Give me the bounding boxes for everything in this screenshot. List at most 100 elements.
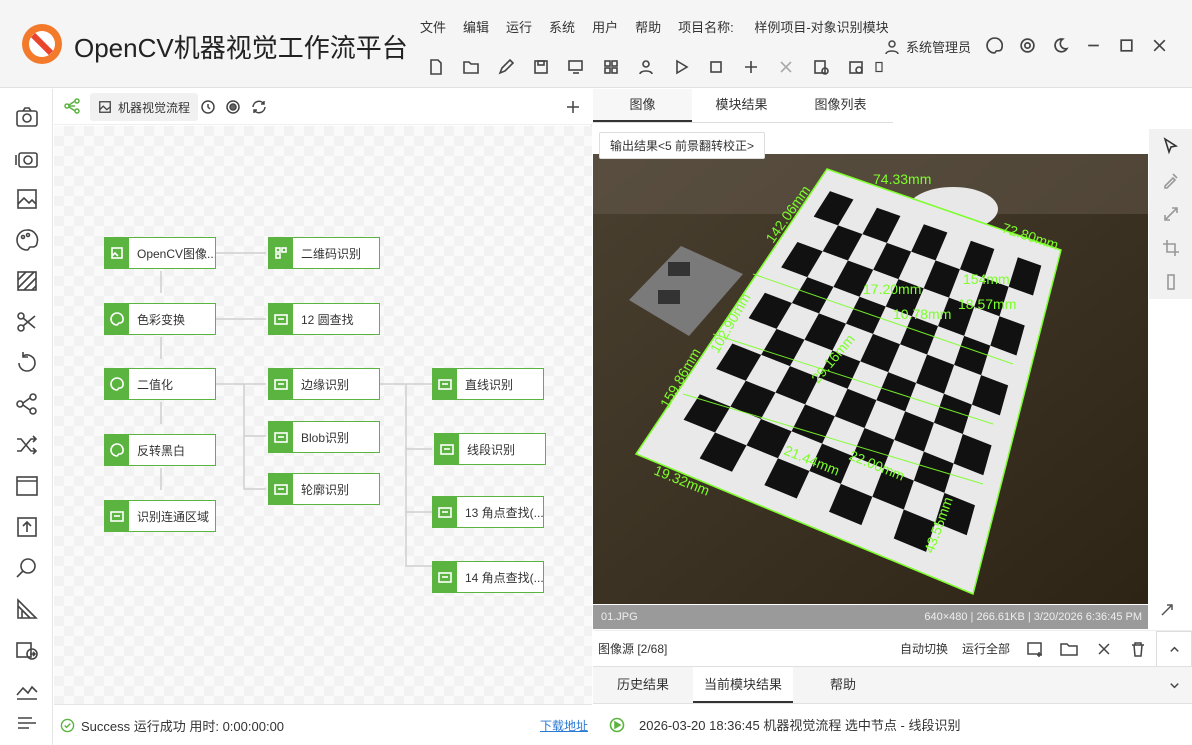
- tab-module-results[interactable]: 模块结果: [692, 89, 791, 122]
- image-source-count: 图像源 [2/68]: [598, 642, 668, 656]
- flow-node-circle-find[interactable]: 12 圆查找: [268, 303, 380, 335]
- flow-node-binarize[interactable]: 二值化: [104, 368, 216, 400]
- save-icon[interactable]: [523, 56, 558, 78]
- left-toolbox: [0, 89, 53, 745]
- connect-nodes-icon[interactable]: [13, 390, 41, 418]
- pattern-icon[interactable]: [13, 267, 41, 295]
- settings-gear-icon[interactable]: [1011, 34, 1044, 56]
- run-play-icon: [609, 717, 625, 732]
- image-icon[interactable]: [13, 185, 41, 213]
- flow-canvas[interactable]: OpenCV图像... 二维码识别 色彩变换 12 圆查找 二值化 边缘识别 直…: [54, 126, 592, 704]
- auto-switch-button[interactable]: 自动切换: [900, 640, 948, 657]
- palette-icon[interactable]: [978, 34, 1011, 56]
- viewer-tools: [1149, 129, 1192, 299]
- record-icon[interactable]: [225, 99, 241, 115]
- user-icon[interactable]: [628, 56, 663, 78]
- menu-file[interactable]: 文件: [420, 17, 446, 36]
- monitor-icon[interactable]: [558, 56, 593, 78]
- tab-image-list[interactable]: 图像列表: [791, 89, 890, 122]
- tab-image[interactable]: 图像: [593, 89, 692, 122]
- add-module-icon[interactable]: [803, 56, 838, 78]
- collapse-chevron-up-icon[interactable]: [1156, 631, 1192, 667]
- dark-mode-moon-icon[interactable]: [1044, 34, 1077, 56]
- grid-modules-icon[interactable]: [593, 56, 628, 78]
- menu-bar: 文件 编辑 运行 系统 用户 帮助 项目名称: 样例项目-对象识别模块: [420, 17, 923, 36]
- more-tools-icon[interactable]: [873, 56, 885, 78]
- tab-help[interactable]: 帮助: [793, 667, 893, 703]
- image-viewer[interactable]: 74.33mm 72.80mm 142.06mm 102.90mm 159.86…: [593, 154, 1148, 604]
- menu-lines-icon[interactable]: [13, 709, 41, 737]
- image-icon: [99, 101, 111, 113]
- flow-node-qrcode[interactable]: 二维码识别: [268, 237, 380, 269]
- menu-edit[interactable]: 编辑: [463, 17, 489, 36]
- pointer-icon[interactable]: [1149, 129, 1192, 163]
- history-icon[interactable]: [200, 99, 216, 115]
- expand-icon[interactable]: [1159, 602, 1175, 618]
- flow-header: 机器视觉流程: [54, 89, 592, 125]
- close-window-icon[interactable]: [1143, 34, 1176, 56]
- user-account[interactable]: 系统管理员: [884, 37, 971, 56]
- success-check-icon: [60, 718, 75, 732]
- menu-help[interactable]: 帮助: [635, 17, 661, 36]
- download-link[interactable]: 下载地址: [540, 717, 588, 734]
- flow-node-corner-find-14[interactable]: 14 角点查找(...: [432, 561, 544, 593]
- measure-icon[interactable]: [13, 595, 41, 623]
- project-name: 样例项目-对象识别模块: [754, 20, 889, 35]
- flow-connectors: [160, 252, 432, 567]
- add-icon[interactable]: [733, 56, 768, 78]
- rotate-icon[interactable]: [13, 349, 41, 377]
- ruler-icon[interactable]: [1149, 265, 1192, 299]
- camera-icon[interactable]: [13, 103, 41, 131]
- flow-node-edge-detect[interactable]: 边缘识别: [268, 368, 380, 400]
- search-icon[interactable]: [13, 554, 41, 582]
- flow-tab[interactable]: 机器视觉流程: [90, 93, 199, 121]
- chevron-down-icon[interactable]: [1168, 679, 1181, 692]
- menu-run[interactable]: 运行: [506, 17, 532, 36]
- play-icon[interactable]: [663, 56, 698, 78]
- palette-icon[interactable]: [13, 226, 41, 254]
- stop-icon[interactable]: [698, 56, 733, 78]
- flow-node-contour[interactable]: 轮廓识别: [268, 473, 380, 505]
- open-folder-icon[interactable]: [453, 56, 488, 78]
- resize-icon[interactable]: [1149, 197, 1192, 231]
- tab-history-results[interactable]: 历史结果: [593, 667, 693, 703]
- crop-icon[interactable]: [1149, 231, 1192, 265]
- share-nodes-icon[interactable]: [64, 98, 80, 114]
- upload-board-icon[interactable]: [13, 513, 41, 541]
- terminal-icon[interactable]: [13, 472, 41, 500]
- tab-current-module-results[interactable]: 当前模块结果: [693, 667, 793, 703]
- log-line: 2026-03-20 18:36:45 机器视觉流程 选中节点 - 线段识别: [593, 704, 1192, 745]
- close-icon[interactable]: [1095, 640, 1113, 658]
- scissors-crop-icon[interactable]: [13, 308, 41, 336]
- output-result-tag: 输出结果<5 前景翻转校正>: [599, 132, 766, 159]
- refresh-icon[interactable]: [251, 99, 267, 115]
- edit-pen-icon[interactable]: [488, 56, 523, 78]
- menu-user[interactable]: 用户: [592, 17, 618, 36]
- flow-node-invert[interactable]: 反转黑白: [104, 434, 216, 466]
- export-icon[interactable]: [13, 636, 41, 664]
- new-file-icon[interactable]: [418, 56, 453, 78]
- minimize-icon[interactable]: [1077, 34, 1110, 56]
- flow-node-color-transform[interactable]: 色彩变换: [104, 303, 216, 335]
- add-image-icon[interactable]: [1026, 640, 1044, 658]
- image-module-icon[interactable]: [838, 56, 873, 78]
- multi-camera-icon[interactable]: [13, 144, 41, 172]
- delete-trash-icon[interactable]: [1129, 640, 1147, 658]
- user-name: 系统管理员: [906, 40, 972, 55]
- add-flow-icon[interactable]: [565, 99, 581, 115]
- status-text: Success 运行成功 用时: 0:00:00:00: [81, 718, 285, 734]
- close-x-icon[interactable]: [768, 56, 803, 78]
- shuffle-icon[interactable]: [13, 431, 41, 459]
- flow-node-connected-area[interactable]: 识别连通区域: [104, 500, 216, 532]
- chart-area-icon[interactable]: [13, 677, 41, 705]
- flow-node-corner-find-13[interactable]: 13 角点查找(...: [432, 496, 544, 528]
- menu-system[interactable]: 系统: [549, 17, 575, 36]
- color-picker-icon[interactable]: [1149, 163, 1192, 197]
- open-folder-icon[interactable]: [1060, 640, 1078, 658]
- run-all-button[interactable]: 运行全部: [962, 640, 1010, 657]
- flow-node-segment-detect[interactable]: 线段识别: [434, 433, 546, 465]
- flow-node-opencv-image[interactable]: OpenCV图像...: [104, 237, 216, 269]
- flow-node-blob[interactable]: Blob识别: [268, 421, 380, 453]
- maximize-icon[interactable]: [1110, 34, 1143, 56]
- flow-node-line-detect[interactable]: 直线识别: [432, 368, 544, 400]
